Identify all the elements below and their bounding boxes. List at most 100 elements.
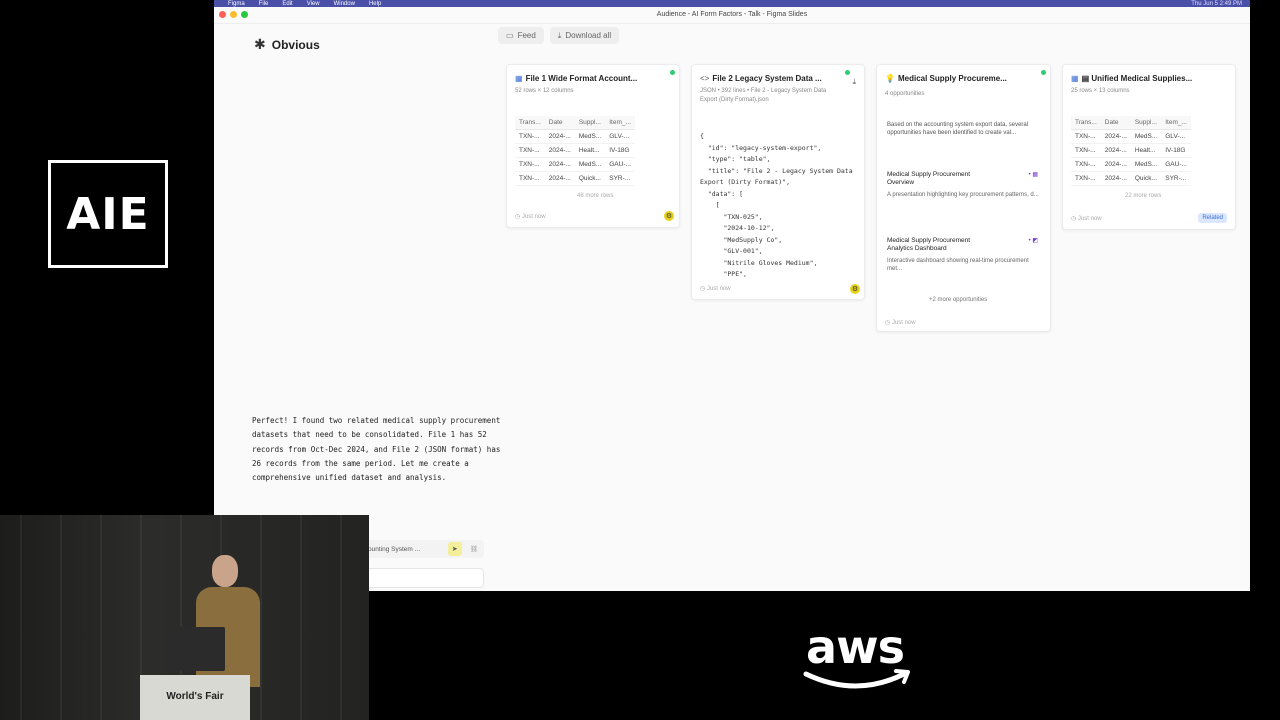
table-cell: TXN-... [1071,171,1101,186]
table-row: TXN-... 2024-... Quick... SYR-... [1071,171,1191,186]
file2-title-row: <> File 2 Legacy System Data ... [700,74,822,83]
table-cell: GAU-... [605,157,635,172]
timestamp-text: Just now [891,320,916,326]
attachment-chip[interactable]: ounting System ... ➤ ⛓ [364,540,484,558]
opportunity-desc: A presentation highlighting key procurem… [887,192,1039,198]
stage: AIE Figma File Edit View Window Help Thu… [0,0,1280,720]
feed-icon: ▭ [506,31,514,40]
opportunities-intro: Based on the accounting system export da… [887,122,1029,136]
speaker-video: World's Fair [0,515,369,720]
download-all-button[interactable]: ⤓ Download all [549,27,620,44]
status-dot [845,70,850,75]
table-cell: IV-18G [605,143,635,158]
download-all-label: Download all [565,31,612,40]
table-cell: MedS... [1130,157,1162,172]
opportunities-count: 4 opportunities [885,91,925,97]
brand: ✱ Obvious [254,36,320,53]
opportunity-title: Medical Supply Procurement Analytics Das… [887,237,971,252]
feed-label: Feed [517,31,536,40]
bulb-icon: 💡 [885,74,895,83]
menu-window[interactable]: Window [334,1,355,7]
table-cell: TXN-... [515,157,545,172]
window-title: Audience - AI Form Factors - Talk - Figm… [656,11,808,18]
table-cell: 2024-... [544,143,575,158]
timestamp-text: Just now [521,214,546,220]
table-cell: MedS... [574,157,606,172]
chat-input[interactable] [364,568,484,588]
table-cell: MedS... [574,129,606,144]
unified-preview-table: Trans... Date Suppl... Item_... TXN-... 2… [1071,116,1191,186]
menu-view[interactable]: View [307,1,320,7]
more-opportunities-link[interactable]: +2 more opportunities [929,297,987,303]
file2-card[interactable]: <> File 2 Legacy System Data ... ⤓ JSON •… [691,64,865,300]
column-header: Date [544,116,575,130]
send-icon[interactable]: ➤ [447,542,462,556]
table-cell: MedS... [1130,129,1162,144]
feed-button[interactable]: ▭ Feed [498,27,544,44]
menu-help[interactable]: Help [369,1,381,7]
table-cell: 2024-... [544,171,575,186]
table-row: TXN-... 2024-... MedS... GLV-... [515,129,635,144]
menubar-app[interactable]: Figma [228,1,245,7]
unified-title: ▤ Unified Medical Supplies... [1081,74,1193,83]
conference-logo: AIE [48,160,168,268]
unified-card[interactable]: ▦ ▤ Unified Medical Supplies... 25 rows ×… [1062,64,1236,230]
file1-title: File 1 Wide Format Account... [525,74,638,83]
app-window: Figma File Edit View Window Help Thu Jun… [214,0,1250,591]
sponsor-logo-text: aws [806,620,905,674]
toolbar: ▭ Feed ⤓ Download all [498,27,620,44]
table-cell: Quick... [574,171,606,186]
status-dot [1041,70,1046,75]
file2-subtitle: JSON • 392 lines • File 2 - Legacy Syste… [700,88,827,103]
timestamp: ◷ Just now [515,214,546,220]
download-icon[interactable]: ⤓ [852,77,856,87]
file1-title-row: ▦ File 1 Wide Format Account... [515,74,637,83]
opportunity-item[interactable]: Medical Supply Procurement Analytics Das… [887,237,1040,273]
code-icon: <> [700,74,710,83]
related-badge: Related [1198,213,1227,223]
column-header: Suppl... [1130,116,1162,130]
file2-title: File 2 Legacy System Data ... [712,74,822,83]
sponsor-logo: aws [800,620,920,700]
conference-logo-text: AIE [66,188,150,240]
menu-file[interactable]: File [259,1,269,7]
more-rows-label: 22 more rows [1125,193,1162,199]
table-cell: 2024-... [1100,129,1131,144]
opportunities-card[interactable]: 💡 Medical Supply Procureme... 4 opportuni… [876,64,1051,332]
opportunity-title: Medical Supply Procurement Overview [887,171,971,186]
menu-edit[interactable]: Edit [282,1,292,7]
table-row: TXN-... 2024-... Healt... IV-18G [515,143,635,158]
timestamp: ◷ Just now [885,320,916,326]
table-row: TXN-... 2024-... MedS... GAU-... [1071,157,1191,172]
table-cell: Healt... [574,143,606,158]
column-header: Trans... [515,116,545,130]
table-cell: 2024-... [544,157,575,172]
table-icon: ▦ [515,74,523,83]
table-cell: 2024-... [1100,143,1131,158]
more-rows-label: 48 more rows [577,193,614,199]
gear-badge-icon[interactable]: ⚙ [850,284,860,294]
column-header: Trans... [1071,116,1101,130]
table-cell: SYR-... [1161,171,1191,186]
presentation-icon: • ▦ [1028,172,1038,178]
gear-badge-icon[interactable]: ⚙ [664,211,674,221]
table-cell: GAU-... [1161,157,1191,172]
table-cell: TXN-... [1071,143,1101,158]
timestamp: ◷ Just now [700,286,731,292]
table-cell: SYR-... [605,171,635,186]
opportunity-item[interactable]: Medical Supply Procurement Overview • ▦ … [887,171,1040,199]
opportunity-desc: Interactive dashboard showing real-time … [887,258,1029,272]
attachment-chip-label: ounting System ... [368,545,421,553]
opportunities-title-row: 💡 Medical Supply Procureme... [885,74,1007,83]
column-header: Date [1100,116,1131,130]
file1-preview-table: Trans... Date Suppl... Item_... TXN-... 2… [515,116,635,186]
link-icon[interactable]: ⛓ [470,545,478,553]
file1-card[interactable]: ▦ File 1 Wide Format Account... 52 rows ×… [506,64,680,228]
opportunities-title: Medical Supply Procureme... [897,74,1007,83]
table-cell: IV-18G [1161,143,1191,158]
table-cell: TXN-... [515,171,545,186]
table-header-row: Trans... Date Suppl... Item_... [1071,116,1191,130]
column-header: Suppl... [574,116,606,130]
unified-subtitle: 25 rows × 13 columns [1071,88,1130,94]
laptop [165,627,225,671]
